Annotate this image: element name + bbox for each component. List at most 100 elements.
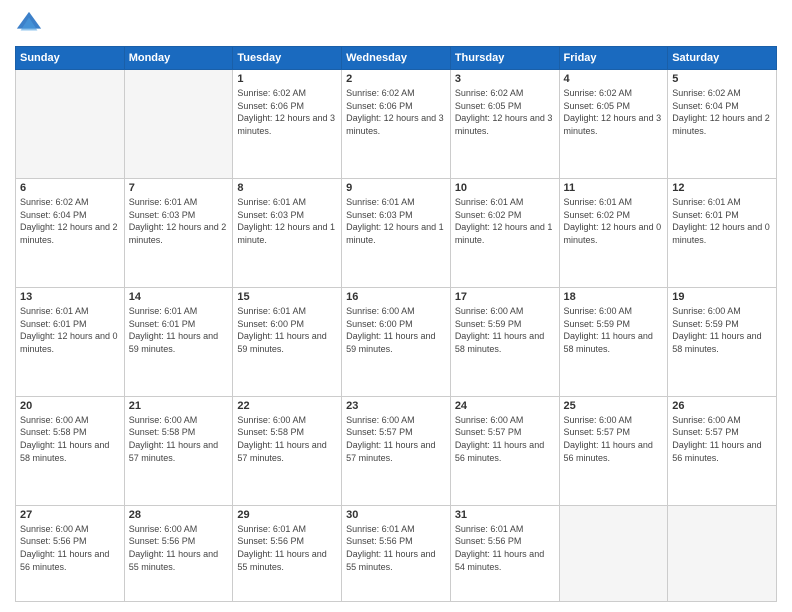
day-cell: [668, 505, 777, 601]
day-info: Sunrise: 6:02 AM Sunset: 6:06 PM Dayligh…: [346, 87, 446, 137]
day-cell: 15 Sunrise: 6:01 AM Sunset: 6:00 PM Dayli…: [233, 287, 342, 396]
day-cell: 5 Sunrise: 6:02 AM Sunset: 6:04 PM Daylig…: [668, 70, 777, 179]
day-info: Sunrise: 6:01 AM Sunset: 6:03 PM Dayligh…: [346, 196, 446, 246]
day-cell: 10Sunrise: 6:01 AM Sunset: 6:02 PM Dayli…: [450, 178, 559, 287]
week-row-1: 1 Sunrise: 6:02 AM Sunset: 6:06 PM Daylig…: [16, 70, 777, 179]
day-cell: 31Sunrise: 6:01 AM Sunset: 5:56 PM Dayli…: [450, 505, 559, 601]
day-info: Sunrise: 6:00 AM Sunset: 5:56 PM Dayligh…: [20, 523, 120, 573]
day-number: 27: [20, 509, 120, 521]
day-number: 4: [564, 73, 664, 85]
day-number: 16: [346, 291, 446, 303]
day-cell: 25Sunrise: 6:00 AM Sunset: 5:57 PM Dayli…: [559, 396, 668, 505]
header-day-saturday: Saturday: [668, 47, 777, 70]
day-info: Sunrise: 6:00 AM Sunset: 5:58 PM Dayligh…: [237, 414, 337, 464]
day-number: 26: [672, 400, 772, 412]
day-cell: 19 Sunrise: 6:00 AM Sunset: 5:59 PM Dayli…: [668, 287, 777, 396]
day-info: Sunrise: 6:02 AM Sunset: 6:05 PM Dayligh…: [564, 87, 664, 137]
day-info: Sunrise: 6:01 AM Sunset: 6:02 PM Dayligh…: [564, 196, 664, 246]
day-number: 29: [237, 509, 337, 521]
day-cell: 7 Sunrise: 6:01 AM Sunset: 6:03 PM Daylig…: [124, 178, 233, 287]
day-cell: 27 Sunrise: 6:00 AM Sunset: 5:56 PM Dayli…: [16, 505, 125, 601]
day-cell: 23 Sunrise: 6:00 AM Sunset: 5:57 PM Dayli…: [342, 396, 451, 505]
day-info: Sunrise: 6:00 AM Sunset: 5:58 PM Dayligh…: [20, 414, 120, 464]
day-info: Sunrise: 6:00 AM Sunset: 5:57 PM Dayligh…: [346, 414, 446, 464]
day-cell: 3 Sunrise: 6:02 AM Sunset: 6:05 PM Daylig…: [450, 70, 559, 179]
day-number: 17: [455, 291, 555, 303]
day-number: 2: [346, 73, 446, 85]
calendar-table: SundayMondayTuesdayWednesdayThursdayFrid…: [15, 46, 777, 602]
header: [15, 10, 777, 38]
day-info: Sunrise: 6:01 AM Sunset: 6:02 PM Dayligh…: [455, 196, 555, 246]
day-info: Sunrise: 6:00 AM Sunset: 5:59 PM Dayligh…: [672, 305, 772, 355]
day-info: Sunrise: 6:01 AM Sunset: 6:01 PM Dayligh…: [129, 305, 229, 355]
week-row-5: 27 Sunrise: 6:00 AM Sunset: 5:56 PM Dayli…: [16, 505, 777, 601]
header-day-sunday: Sunday: [16, 47, 125, 70]
day-info: Sunrise: 6:00 AM Sunset: 6:00 PM Dayligh…: [346, 305, 446, 355]
day-number: 8: [237, 182, 337, 194]
logo: [15, 10, 45, 38]
header-row: SundayMondayTuesdayWednesdayThursdayFrid…: [16, 47, 777, 70]
day-cell: 8 Sunrise: 6:01 AM Sunset: 6:03 PM Daylig…: [233, 178, 342, 287]
day-info: Sunrise: 6:01 AM Sunset: 5:56 PM Dayligh…: [237, 523, 337, 573]
day-info: Sunrise: 6:02 AM Sunset: 6:04 PM Dayligh…: [672, 87, 772, 137]
week-row-2: 6 Sunrise: 6:02 AM Sunset: 6:04 PM Daylig…: [16, 178, 777, 287]
header-day-friday: Friday: [559, 47, 668, 70]
day-number: 20: [20, 400, 120, 412]
day-number: 18: [564, 291, 664, 303]
day-info: Sunrise: 6:01 AM Sunset: 6:01 PM Dayligh…: [20, 305, 120, 355]
day-info: Sunrise: 6:00 AM Sunset: 5:57 PM Dayligh…: [455, 414, 555, 464]
day-cell: 22 Sunrise: 6:00 AM Sunset: 5:58 PM Dayli…: [233, 396, 342, 505]
header-day-tuesday: Tuesday: [233, 47, 342, 70]
day-number: 7: [129, 182, 229, 194]
day-info: Sunrise: 6:02 AM Sunset: 6:04 PM Dayligh…: [20, 196, 120, 246]
day-number: 5: [672, 73, 772, 85]
day-number: 14: [129, 291, 229, 303]
day-info: Sunrise: 6:00 AM Sunset: 5:59 PM Dayligh…: [455, 305, 555, 355]
day-number: 28: [129, 509, 229, 521]
day-number: 1: [237, 73, 337, 85]
day-number: 6: [20, 182, 120, 194]
day-info: Sunrise: 6:01 AM Sunset: 6:00 PM Dayligh…: [237, 305, 337, 355]
day-number: 19: [672, 291, 772, 303]
day-cell: [16, 70, 125, 179]
day-number: 12: [672, 182, 772, 194]
day-info: Sunrise: 6:02 AM Sunset: 6:05 PM Dayligh…: [455, 87, 555, 137]
header-day-monday: Monday: [124, 47, 233, 70]
day-number: 3: [455, 73, 555, 85]
day-cell: 2 Sunrise: 6:02 AM Sunset: 6:06 PM Daylig…: [342, 70, 451, 179]
day-number: 22: [237, 400, 337, 412]
day-cell: 6 Sunrise: 6:02 AM Sunset: 6:04 PM Daylig…: [16, 178, 125, 287]
day-cell: 29 Sunrise: 6:01 AM Sunset: 5:56 PM Dayli…: [233, 505, 342, 601]
day-cell: 24Sunrise: 6:00 AM Sunset: 5:57 PM Dayli…: [450, 396, 559, 505]
day-number: 23: [346, 400, 446, 412]
day-cell: 21Sunrise: 6:00 AM Sunset: 5:58 PM Dayli…: [124, 396, 233, 505]
day-info: Sunrise: 6:00 AM Sunset: 5:57 PM Dayligh…: [672, 414, 772, 464]
header-day-wednesday: Wednesday: [342, 47, 451, 70]
day-cell: 4 Sunrise: 6:02 AM Sunset: 6:05 PM Daylig…: [559, 70, 668, 179]
day-number: 11: [564, 182, 664, 194]
header-day-thursday: Thursday: [450, 47, 559, 70]
day-cell: 13Sunrise: 6:01 AM Sunset: 6:01 PM Dayli…: [16, 287, 125, 396]
day-info: Sunrise: 6:01 AM Sunset: 6:03 PM Dayligh…: [129, 196, 229, 246]
day-cell: 16 Sunrise: 6:00 AM Sunset: 6:00 PM Dayli…: [342, 287, 451, 396]
day-cell: 30 Sunrise: 6:01 AM Sunset: 5:56 PM Dayli…: [342, 505, 451, 601]
day-info: Sunrise: 6:00 AM Sunset: 5:57 PM Dayligh…: [564, 414, 664, 464]
day-cell: [124, 70, 233, 179]
logo-icon: [15, 10, 43, 38]
day-cell: 12Sunrise: 6:01 AM Sunset: 6:01 PM Dayli…: [668, 178, 777, 287]
day-number: 15: [237, 291, 337, 303]
day-info: Sunrise: 6:01 AM Sunset: 5:56 PM Dayligh…: [455, 523, 555, 573]
day-cell: 18 Sunrise: 6:00 AM Sunset: 5:59 PM Dayli…: [559, 287, 668, 396]
page: SundayMondayTuesdayWednesdayThursdayFrid…: [0, 0, 792, 612]
day-info: Sunrise: 6:00 AM Sunset: 5:56 PM Dayligh…: [129, 523, 229, 573]
day-info: Sunrise: 6:00 AM Sunset: 5:58 PM Dayligh…: [129, 414, 229, 464]
day-info: Sunrise: 6:00 AM Sunset: 5:59 PM Dayligh…: [564, 305, 664, 355]
day-cell: 20 Sunrise: 6:00 AM Sunset: 5:58 PM Dayli…: [16, 396, 125, 505]
day-cell: [559, 505, 668, 601]
day-cell: 14 Sunrise: 6:01 AM Sunset: 6:01 PM Dayli…: [124, 287, 233, 396]
day-info: Sunrise: 6:01 AM Sunset: 6:03 PM Dayligh…: [237, 196, 337, 246]
day-cell: 17 Sunrise: 6:00 AM Sunset: 5:59 PM Dayli…: [450, 287, 559, 396]
day-info: Sunrise: 6:01 AM Sunset: 5:56 PM Dayligh…: [346, 523, 446, 573]
day-number: 30: [346, 509, 446, 521]
day-cell: 26 Sunrise: 6:00 AM Sunset: 5:57 PM Dayli…: [668, 396, 777, 505]
